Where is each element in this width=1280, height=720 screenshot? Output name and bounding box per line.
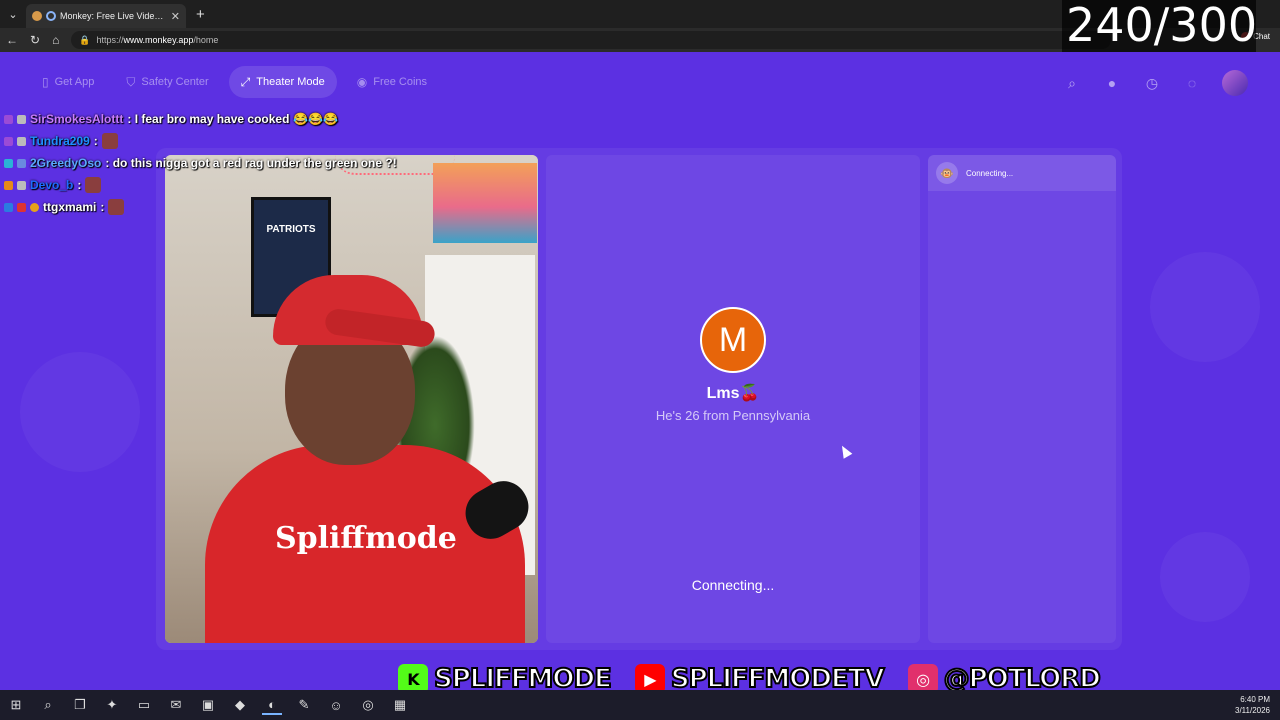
sub-badge-icon — [4, 158, 13, 168]
sub-badge-icon — [4, 136, 13, 146]
messages-icon[interactable]: ◌ — [1182, 73, 1202, 93]
sub-badge-icon — [4, 180, 13, 190]
stream-chat-overlay: SirSmokesAlottt : I fear bro may have co… — [4, 108, 397, 218]
search-icon[interactable]: ⌕ — [38, 695, 58, 715]
shield-icon: ⛉ — [126, 74, 136, 89]
monkey-favicon-icon — [32, 11, 42, 21]
nav-theater-mode[interactable]: ⤢ Theater Mode — [228, 66, 337, 98]
chat-message: Devo_b : — [4, 174, 397, 196]
nav-safety-center[interactable]: ⛉ Safety Center — [114, 66, 220, 98]
monkey-icon: 🐵 — [936, 162, 958, 184]
copilot-icon[interactable]: ✦ — [102, 695, 122, 715]
outlook-icon[interactable]: ✉ — [166, 695, 186, 715]
side-panel: 🐵 Connecting... — [928, 155, 1116, 643]
edge-icon[interactable]: ◐ — [262, 695, 282, 715]
chat-emote-icon — [108, 199, 125, 215]
partner-bio: He's 26 from Pennsylvania — [655, 408, 811, 423]
browser-tab[interactable]: Monkey: Free Live Video Chat ✕ — [26, 4, 186, 28]
url-text: https://www.monkey.app/home — [96, 35, 219, 45]
chat-message: 2GreedyOso : do this nigga got a red rag… — [4, 152, 397, 174]
partner-avatar: M — [700, 307, 766, 373]
connection-row: 🐵 Connecting... — [928, 155, 1116, 191]
task-view-icon[interactable]: ❐ — [70, 695, 90, 715]
game-icon[interactable]: ▦ — [390, 695, 410, 715]
side-status: Connecting... — [966, 168, 1014, 178]
history-icon[interactable]: ◷ — [1142, 73, 1162, 93]
expand-icon: ⤢ — [240, 74, 251, 89]
gift-badge-icon — [17, 158, 26, 168]
loading-icon — [46, 11, 56, 21]
streamer-hoodie: Spliffmode — [205, 445, 525, 643]
windows-taskbar: ⊞ ⌕ ❐ ✦ ▭ ✉ ▣ ◆ ◐ ✎ ☺ ◎ ▦ 6:40 PM 3/11/2… — [0, 690, 1280, 720]
chat-emote-icon — [85, 177, 102, 193]
top-right-icons: ⌕ ● ◷ ◌ — [1062, 70, 1248, 96]
friends-icon[interactable]: ● — [1102, 73, 1122, 93]
connecting-status: Connecting... — [691, 577, 775, 593]
coins-icon: ◉ — [356, 75, 368, 89]
nav-free-coins[interactable]: ◉ Free Coins — [345, 66, 439, 98]
sub-badge-icon — [4, 202, 13, 212]
chat-message: SirSmokesAlottt : I fear bro may have co… — [4, 108, 397, 130]
gift-badge-icon — [17, 202, 26, 212]
profile-avatar[interactable] — [1222, 70, 1248, 96]
nav-get-app[interactable]: ▯ Get App — [30, 66, 106, 98]
store-icon[interactable]: ▣ — [198, 695, 218, 715]
cherry-icon: 🍒 — [739, 385, 760, 402]
search-icon[interactable]: ⌕ — [1062, 73, 1082, 93]
new-tab-icon[interactable]: + — [196, 6, 205, 23]
chat-emote-icon — [101, 133, 118, 149]
chat-message: Tundra209 : — [4, 130, 397, 152]
tab-title: Monkey: Free Live Video Chat — [60, 11, 167, 21]
close-tab-icon[interactable]: ✕ — [171, 10, 180, 23]
phone-icon: ▯ — [42, 75, 49, 89]
sub-badge-icon — [4, 114, 13, 124]
bits-badge-icon — [30, 202, 39, 212]
partner-name: Lms🍒 — [706, 385, 760, 402]
top-nav: ▯ Get App ⛉ Safety Center ⤢ Theater Mode… — [30, 66, 439, 98]
app-icon[interactable]: ◆ — [230, 695, 250, 715]
partner-panel: M Lms🍒 He's 26 from Pennsylvania Connect… — [546, 155, 920, 643]
lock-icon: 🔒 — [79, 34, 91, 45]
file-explorer-icon[interactable]: ▭ — [134, 695, 154, 715]
back-icon[interactable]: ← — [6, 33, 18, 47]
notepad-icon[interactable]: ✎ — [294, 695, 314, 715]
tab-list-chevron-icon[interactable]: ⌄ — [0, 0, 26, 28]
self-camera-feed: PATRIOTS Spliffmode — [165, 155, 538, 643]
windows-start-icon[interactable]: ⊞ — [6, 695, 26, 715]
home-icon[interactable]: ⌂ — [52, 33, 59, 47]
system-clock[interactable]: 6:40 PM 3/11/2026 — [1235, 694, 1270, 716]
mod-badge-icon — [17, 180, 26, 190]
refresh-icon[interactable]: ↻ — [30, 33, 40, 47]
chat-message: ttgxmami : — [4, 196, 397, 218]
discord-icon[interactable]: ☺ — [326, 695, 346, 715]
wall-painting — [433, 163, 537, 243]
obs-icon[interactable]: ◎ — [358, 695, 378, 715]
url-field[interactable]: 🔒 https://www.monkey.app/home — [71, 31, 1112, 49]
mod-badge-icon — [17, 136, 26, 146]
mod-badge-icon — [17, 114, 26, 124]
